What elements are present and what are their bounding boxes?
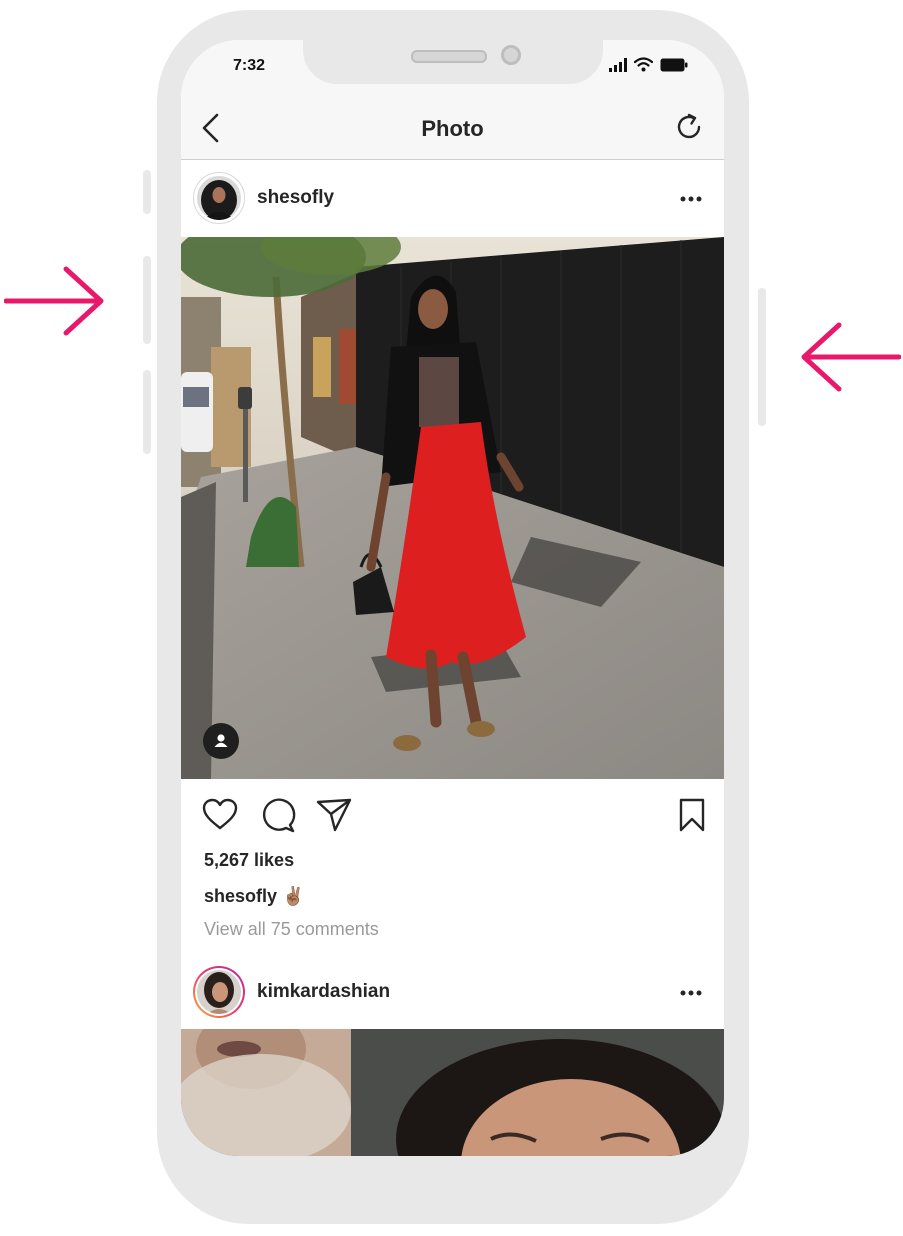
- more-horizontal-icon[interactable]: [679, 195, 703, 203]
- volume-down-button: [143, 370, 151, 454]
- page-title: Photo: [421, 116, 484, 141]
- notch: [303, 40, 603, 84]
- next-post-header: kimkardashian: [181, 954, 724, 1030]
- caption-text: ✌🏽: [282, 886, 305, 906]
- user-silhouette-icon: [214, 734, 228, 747]
- portrait-photo-image: [181, 1029, 724, 1156]
- post-caption: shesofly ✌🏽: [204, 886, 304, 907]
- avatar[interactable]: [193, 172, 245, 224]
- phone-screen: 7:32 Photo shesofly 5,267 likes shesofly…: [181, 40, 724, 1156]
- share-icon[interactable]: [315, 796, 353, 834]
- volume-up-button: [143, 256, 151, 344]
- wifi-icon: [634, 57, 653, 72]
- street-photo-image: [181, 237, 724, 779]
- refresh-icon[interactable]: [675, 112, 705, 142]
- battery-icon: [660, 58, 688, 71]
- avatar-image: [197, 970, 241, 1014]
- status-icons: [609, 57, 688, 72]
- story-avatar[interactable]: [193, 966, 245, 1018]
- signal-icon: [609, 57, 627, 72]
- bookmark-icon[interactable]: [673, 796, 711, 834]
- heart-icon[interactable]: [201, 796, 239, 834]
- power-button: [758, 288, 766, 426]
- status-time: 7:32: [233, 57, 266, 74]
- caption-username[interactable]: shesofly: [204, 886, 277, 906]
- next-post-photo[interactable]: [181, 1029, 724, 1156]
- front-camera: [501, 45, 521, 65]
- view-comments-link[interactable]: View all 75 comments: [204, 919, 379, 940]
- more-horizontal-icon[interactable]: [679, 989, 703, 997]
- post-username[interactable]: shesofly: [257, 187, 334, 209]
- tagged-user-icon[interactable]: [203, 723, 239, 759]
- silent-switch: [143, 170, 151, 214]
- post-photo[interactable]: [181, 237, 724, 779]
- post-header: shesofly: [181, 160, 724, 236]
- post-actions: [181, 780, 724, 850]
- earpiece-speaker: [411, 50, 487, 63]
- comment-icon[interactable]: [259, 796, 297, 834]
- navigation-bar: Photo: [181, 96, 724, 160]
- likes-count[interactable]: 5,267 likes: [204, 850, 294, 871]
- arrow-right-icon: [4, 266, 104, 336]
- avatar-image: [197, 176, 241, 220]
- arrow-left-icon: [801, 322, 901, 392]
- next-post-username[interactable]: kimkardashian: [257, 981, 390, 1003]
